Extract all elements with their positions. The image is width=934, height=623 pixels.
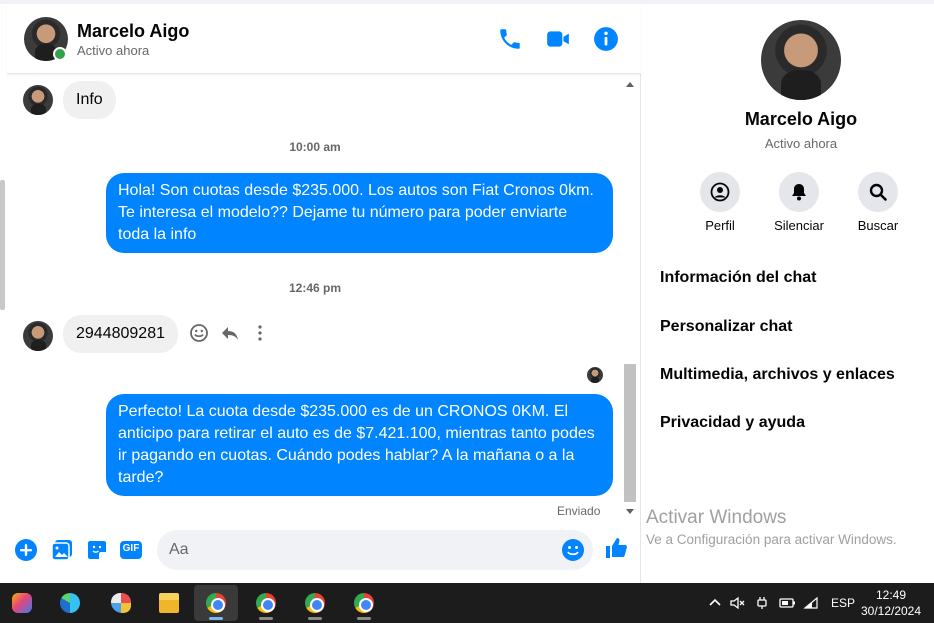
chrome-icon xyxy=(256,593,276,613)
gif-button[interactable]: GIF xyxy=(119,538,143,562)
activate-windows-subtitle: Ve a Configuración para activar Windows. xyxy=(646,532,897,547)
taskbar-edge[interactable] xyxy=(48,585,92,621)
phone-icon xyxy=(500,29,520,49)
taskbar-file-explorer[interactable] xyxy=(147,585,191,621)
volume-muted-icon[interactable] xyxy=(729,594,747,612)
sender-avatar[interactable] xyxy=(23,85,53,115)
left-scroll-edge[interactable] xyxy=(0,180,5,310)
incoming-message[interactable]: 2944809281 xyxy=(63,315,178,353)
sticker-icon xyxy=(88,541,106,559)
section-label: Multimedia, archivos y enlaces xyxy=(660,366,895,383)
like-button[interactable] xyxy=(604,536,630,562)
message-timestamp: 10:00 am xyxy=(289,140,341,154)
outgoing-message[interactable]: Hola! Son cuotas desde $235.000. Los aut… xyxy=(106,173,613,253)
active-indicator xyxy=(209,617,223,620)
running-indicator xyxy=(259,617,273,620)
online-indicator xyxy=(53,47,67,61)
chat-pane: Marcelo Aigo Activo ahora Info 10:00 am … xyxy=(7,4,641,583)
section-label: Información del chat xyxy=(660,269,817,286)
power-plug-icon[interactable] xyxy=(753,594,771,612)
video-call-button[interactable] xyxy=(545,26,571,52)
taskbar-clock[interactable]: 12:49 30/12/2024 xyxy=(858,587,924,619)
seen-avatar xyxy=(587,367,603,383)
info-icon xyxy=(594,27,618,51)
more-actions-button[interactable] xyxy=(14,538,38,562)
chat-header: Marcelo Aigo Activo ahora xyxy=(7,4,641,74)
image-icon xyxy=(51,540,72,561)
paint-palette-icon xyxy=(111,593,131,613)
language-indicator[interactable]: ESP xyxy=(831,583,855,623)
profile-avatar-large[interactable] xyxy=(761,20,841,100)
section-label: Personalizar chat xyxy=(660,318,793,335)
video-camera-icon xyxy=(547,31,569,47)
chrome-icon xyxy=(354,593,374,613)
copilot-icon xyxy=(12,593,32,613)
profile-icon xyxy=(700,172,740,212)
contact-status: Activo ahora xyxy=(77,43,150,58)
emoji-button[interactable] xyxy=(561,538,585,562)
plus-icon xyxy=(15,539,37,561)
activate-windows-title: Activar Windows xyxy=(646,507,787,528)
sent-status: Enviado xyxy=(557,504,601,518)
conversation-info-button[interactable] xyxy=(593,26,619,52)
folder-icon xyxy=(159,593,179,613)
chrome-icon xyxy=(206,593,226,613)
section-label: Privacidad y ayuda xyxy=(660,414,805,431)
profile-status: Activo ahora xyxy=(764,136,838,151)
section-media-files-links[interactable]: Multimedia, archivos y enlaces xyxy=(660,366,934,394)
contact-name[interactable]: Marcelo Aigo xyxy=(77,21,189,42)
taskbar-chrome-2[interactable] xyxy=(244,585,288,621)
running-indicator xyxy=(357,617,371,620)
emoji-icon xyxy=(562,539,584,561)
scroll-thumb[interactable] xyxy=(624,364,636,502)
chevron-up-icon[interactable] xyxy=(706,594,724,612)
conversation-info-panel: Marcelo Aigo Activo ahora Perfil Silenci… xyxy=(642,4,934,583)
profile-name: Marcelo Aigo xyxy=(744,109,858,129)
section-customize-chat[interactable]: Personalizar chat xyxy=(660,318,934,346)
message-timestamp: 12:46 pm xyxy=(288,281,342,295)
outgoing-message[interactable]: Perfecto! La cuota desde $235.000 es de … xyxy=(106,394,613,496)
bell-icon xyxy=(779,172,819,212)
section-chat-info[interactable]: Información del chat xyxy=(660,269,934,297)
mute-label: Silenciar xyxy=(774,218,824,233)
message-list[interactable]: Info 10:00 am Hola! Son cuotas desde $23… xyxy=(7,75,627,519)
thumbs-up-icon xyxy=(606,538,627,558)
edge-icon xyxy=(60,593,80,613)
search-button[interactable]: Buscar xyxy=(838,172,918,233)
taskbar-paint[interactable] xyxy=(99,585,143,621)
profile-label: Perfil xyxy=(705,218,735,233)
message-composer: GIF xyxy=(7,524,641,576)
scroll-down-arrow[interactable] xyxy=(626,509,634,514)
message-input-box[interactable] xyxy=(157,530,593,570)
phone-call-button[interactable] xyxy=(497,26,523,52)
messenger-window: Marcelo Aigo Activo ahora Info 10:00 am … xyxy=(0,0,934,583)
search-label: Buscar xyxy=(857,218,899,233)
scroll-up-arrow[interactable] xyxy=(626,82,634,87)
section-privacy-help[interactable]: Privacidad y ayuda xyxy=(660,414,934,442)
profile-button[interactable]: Perfil xyxy=(680,172,760,233)
taskbar-chrome-4[interactable] xyxy=(342,585,386,621)
react-icon[interactable] xyxy=(189,323,209,343)
attach-photo-button[interactable] xyxy=(50,538,74,562)
clock-date: 30/12/2024 xyxy=(860,604,922,618)
gif-label: GIF xyxy=(122,543,140,554)
mute-button[interactable]: Silenciar xyxy=(759,172,839,233)
chat-scrollbar[interactable] xyxy=(623,79,637,519)
message-input[interactable] xyxy=(169,530,549,570)
wifi-icon[interactable] xyxy=(803,594,821,612)
sticker-button[interactable] xyxy=(85,538,109,562)
running-indicator xyxy=(308,617,322,620)
reply-icon[interactable] xyxy=(220,323,240,343)
incoming-message[interactable]: Info xyxy=(63,81,116,119)
windows-taskbar: ESP 12:49 30/12/2024 xyxy=(0,583,934,623)
taskbar-chrome-3[interactable] xyxy=(293,585,337,621)
search-icon xyxy=(858,172,898,212)
clock-time: 12:49 xyxy=(875,588,907,602)
chrome-icon xyxy=(305,593,325,613)
battery-icon[interactable] xyxy=(778,594,796,612)
taskbar-chrome-1[interactable] xyxy=(194,585,238,621)
taskbar-copilot[interactable] xyxy=(0,585,44,621)
sender-avatar[interactable] xyxy=(23,321,53,351)
more-options-icon[interactable] xyxy=(250,323,270,343)
